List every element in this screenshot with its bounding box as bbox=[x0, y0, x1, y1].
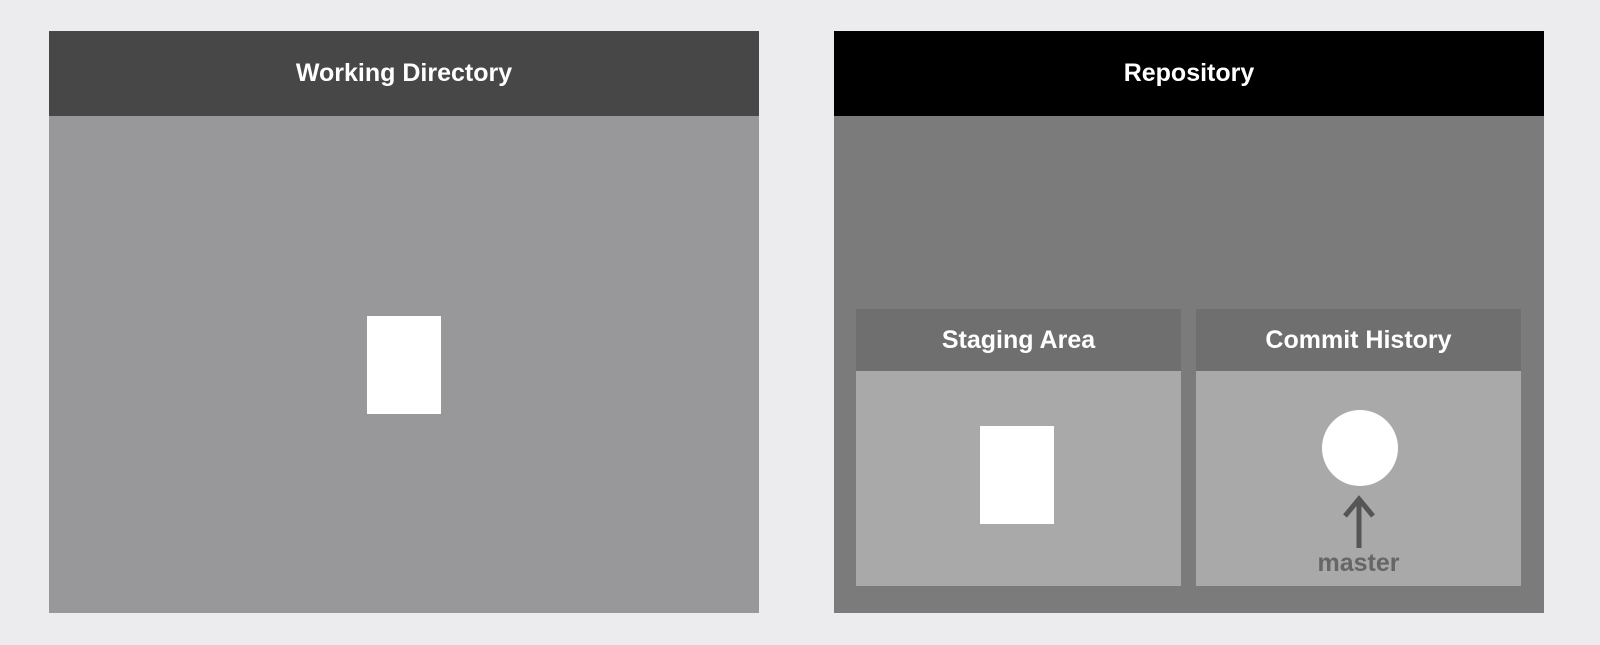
working-directory-body bbox=[49, 116, 759, 613]
staging-area-body bbox=[856, 371, 1181, 586]
working-directory-title: Working Directory bbox=[295, 59, 513, 87]
commit-history-body: master bbox=[1196, 371, 1521, 586]
repository-body: Staging Area Commit History master bbox=[834, 116, 1544, 613]
commit-history-title: Commit History bbox=[1265, 325, 1452, 354]
staged-file-icon bbox=[980, 426, 1054, 524]
working-directory-panel: Working Directory bbox=[49, 31, 759, 613]
branch-pointer-arrow-icon bbox=[1343, 495, 1375, 548]
commit-node-icon bbox=[1322, 410, 1398, 486]
repository-title: Repository bbox=[1123, 59, 1255, 87]
working-directory-header: Working Directory bbox=[49, 31, 759, 116]
repository-header: Repository bbox=[834, 31, 1544, 116]
staging-area-header: Staging Area bbox=[856, 309, 1181, 371]
commit-history-panel: Commit History master bbox=[1196, 309, 1521, 586]
repository-panel: Repository Staging Area Commit History m… bbox=[834, 31, 1544, 613]
staging-area-panel: Staging Area bbox=[856, 309, 1181, 586]
commit-history-header: Commit History bbox=[1196, 309, 1521, 371]
working-file-icon bbox=[367, 316, 441, 414]
branch-label: master bbox=[1317, 549, 1400, 577]
staging-area-title: Staging Area bbox=[941, 325, 1096, 354]
